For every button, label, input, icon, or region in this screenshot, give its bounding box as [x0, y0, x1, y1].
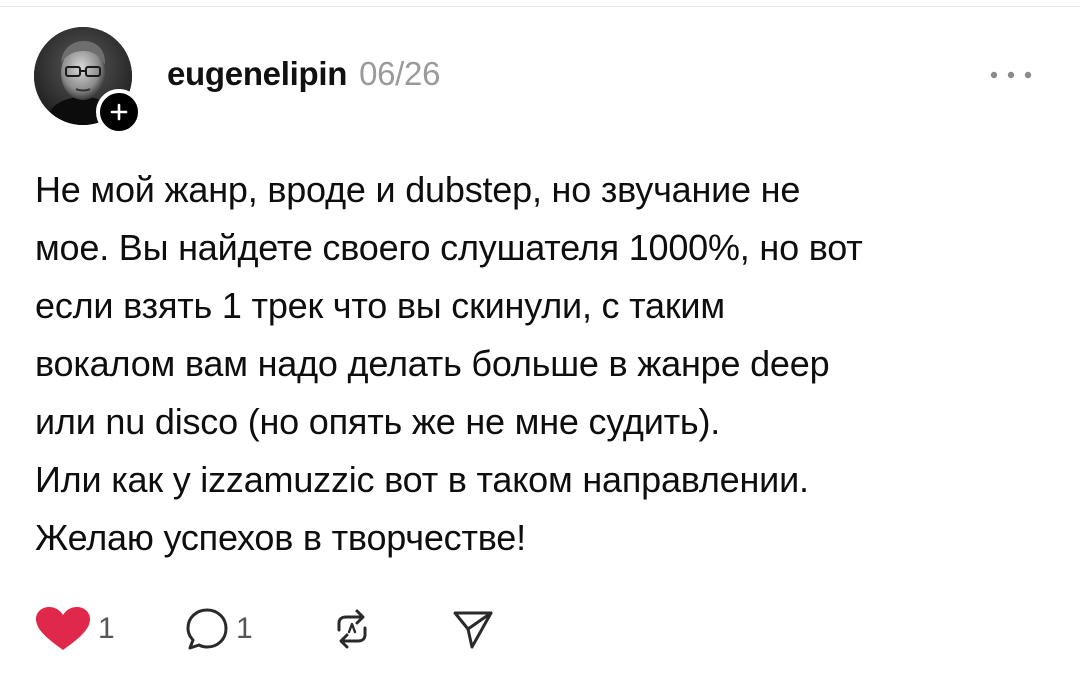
post-actions-bar: 1 1	[34, 606, 511, 652]
like-button[interactable]: 1	[34, 606, 184, 652]
comment-bubble-icon	[186, 608, 228, 650]
follow-button[interactable]	[96, 89, 142, 135]
post-body-line: мое. Вы найдете своего слушателя 1000%, …	[35, 227, 863, 268]
post-body-text: Не мой жанр, вроде и dubstep, но звучани…	[35, 161, 1045, 567]
heart-icon	[36, 607, 90, 650]
like-count: 1	[98, 612, 115, 645]
more-horizontal-icon	[990, 71, 1032, 79]
post-card: eugenelipin 06/26 Не мой жанр, вроде и d…	[0, 0, 1080, 689]
post-timestamp: 06/26	[359, 55, 441, 92]
post-body-line: если взять 1 трек что вы скинули, с таки…	[35, 285, 725, 326]
reply-count: 1	[236, 612, 253, 645]
post-body-line: Не мой жанр, вроде и dubstep, но звучани…	[35, 169, 801, 210]
more-options-button[interactable]	[986, 60, 1036, 90]
post-header: eugenelipin 06/26	[167, 55, 440, 99]
send-icon	[453, 611, 493, 649]
post-body-line: вокалом вам надо делать больше в жанре d…	[35, 343, 830, 384]
repost-button[interactable]	[329, 606, 451, 652]
plus-icon	[110, 103, 128, 121]
repost-icon	[337, 609, 367, 649]
author-avatar-container[interactable]	[34, 27, 142, 135]
author-username[interactable]: eugenelipin	[167, 55, 347, 93]
post-body-line: Или как у izzamuzzic вот в таком направл…	[35, 459, 809, 500]
post-body-line: или nu disco (но опять же не мне судить)…	[35, 401, 721, 442]
share-button[interactable]	[451, 607, 511, 651]
post-body-line: Желаю успехов в творчестве!	[35, 517, 526, 558]
reply-button[interactable]: 1	[184, 606, 329, 652]
